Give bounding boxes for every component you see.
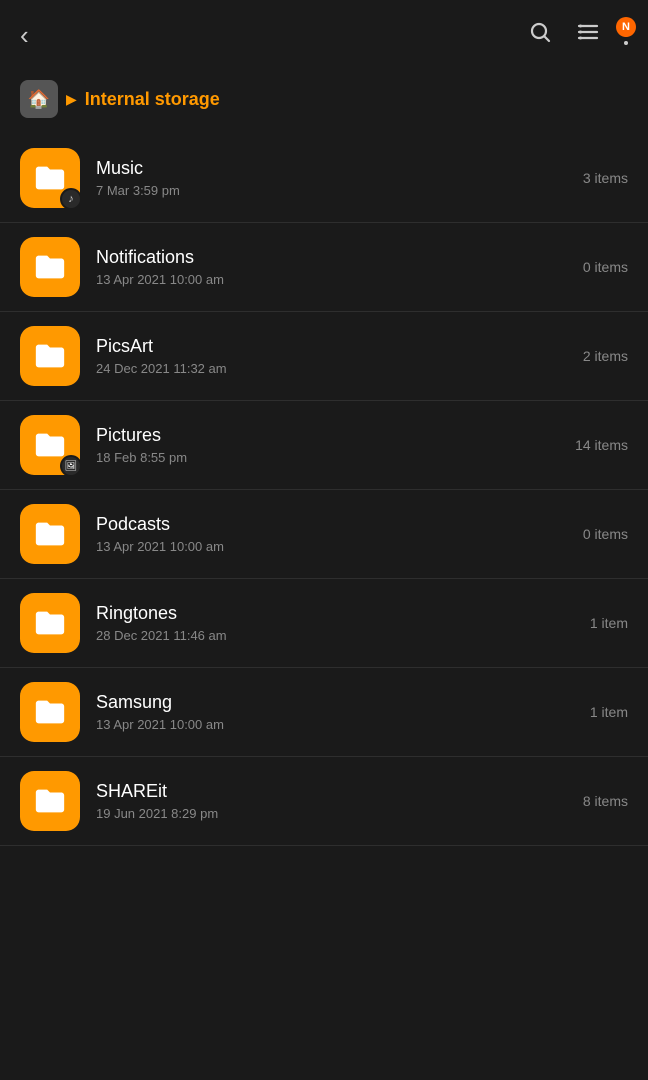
notification-badge: N bbox=[616, 17, 636, 37]
folder-info: Notifications 13 Apr 2021 10:00 am bbox=[96, 247, 583, 287]
folder-count: 0 items bbox=[583, 259, 628, 275]
folder-name: Samsung bbox=[96, 692, 590, 713]
folder-icon-wrapper bbox=[20, 771, 80, 831]
folder-name: Pictures bbox=[96, 425, 575, 446]
header-right: N bbox=[528, 20, 628, 50]
list-view-icon[interactable] bbox=[576, 20, 600, 50]
folder-icon bbox=[20, 771, 80, 831]
folder-count: 1 item bbox=[590, 704, 628, 720]
breadcrumb-path: Internal storage bbox=[85, 89, 220, 110]
folder-date: 7 Mar 3:59 pm bbox=[96, 183, 583, 198]
folder-date: 13 Apr 2021 10:00 am bbox=[96, 717, 590, 732]
search-icon[interactable] bbox=[528, 20, 552, 50]
folder-count: 8 items bbox=[583, 793, 628, 809]
folder-item[interactable]: Podcasts 13 Apr 2021 10:00 am 0 items bbox=[0, 490, 648, 579]
folder-name: Music bbox=[96, 158, 583, 179]
folder-info: Ringtones 28 Dec 2021 11:46 am bbox=[96, 603, 590, 643]
folder-name: Notifications bbox=[96, 247, 583, 268]
folder-item[interactable]: Ringtones 28 Dec 2021 11:46 am 1 item bbox=[0, 579, 648, 668]
folder-count: 14 items bbox=[575, 437, 628, 453]
folder-date: 28 Dec 2021 11:46 am bbox=[96, 628, 590, 643]
folder-icon bbox=[20, 237, 80, 297]
folder-info: Samsung 13 Apr 2021 10:00 am bbox=[96, 692, 590, 732]
folder-icon-wrapper: 🖼 bbox=[20, 415, 80, 475]
folder-name: SHAREit bbox=[96, 781, 583, 802]
home-icon: 🏠 bbox=[28, 89, 50, 110]
breadcrumb: 🏠 ▶ Internal storage bbox=[0, 70, 648, 134]
folder-item[interactable]: Notifications 13 Apr 2021 10:00 am 0 ite… bbox=[0, 223, 648, 312]
breadcrumb-arrow: ▶ bbox=[66, 91, 77, 108]
folder-count: 0 items bbox=[583, 526, 628, 542]
folder-date: 18 Feb 8:55 pm bbox=[96, 450, 575, 465]
folder-info: PicsArt 24 Dec 2021 11:32 am bbox=[96, 336, 583, 376]
folder-icon bbox=[20, 326, 80, 386]
folder-icon-wrapper bbox=[20, 326, 80, 386]
folder-icon bbox=[20, 504, 80, 564]
folder-icon bbox=[20, 593, 80, 653]
folder-info: Podcasts 13 Apr 2021 10:00 am bbox=[96, 514, 583, 554]
folder-date: 24 Dec 2021 11:32 am bbox=[96, 361, 583, 376]
folder-icon-wrapper bbox=[20, 682, 80, 742]
folder-badge-music: ♪ bbox=[60, 188, 82, 210]
back-button[interactable]: ‹ bbox=[20, 20, 29, 51]
folder-list: ♪ Music 7 Mar 3:59 pm 3 items Notificati… bbox=[0, 134, 648, 846]
folder-date: 19 Jun 2021 8:29 pm bbox=[96, 806, 583, 821]
menu-button[interactable]: N bbox=[624, 25, 628, 45]
folder-name: PicsArt bbox=[96, 336, 583, 357]
folder-info: Pictures 18 Feb 8:55 pm bbox=[96, 425, 575, 465]
folder-item[interactable]: ♪ Music 7 Mar 3:59 pm 3 items bbox=[0, 134, 648, 223]
folder-count: 3 items bbox=[583, 170, 628, 186]
folder-count: 2 items bbox=[583, 348, 628, 364]
folder-item[interactable]: Samsung 13 Apr 2021 10:00 am 1 item bbox=[0, 668, 648, 757]
folder-icon-wrapper bbox=[20, 593, 80, 653]
folder-name: Ringtones bbox=[96, 603, 590, 624]
folder-info: Music 7 Mar 3:59 pm bbox=[96, 158, 583, 198]
folder-count: 1 item bbox=[590, 615, 628, 631]
folder-item[interactable]: PicsArt 24 Dec 2021 11:32 am 2 items bbox=[0, 312, 648, 401]
folder-info: SHAREit 19 Jun 2021 8:29 pm bbox=[96, 781, 583, 821]
folder-icon-wrapper bbox=[20, 237, 80, 297]
home-button[interactable]: 🏠 bbox=[20, 80, 58, 118]
folder-date: 13 Apr 2021 10:00 am bbox=[96, 539, 583, 554]
folder-icon-wrapper bbox=[20, 504, 80, 564]
folder-name: Podcasts bbox=[96, 514, 583, 535]
folder-icon bbox=[20, 682, 80, 742]
header-left: ‹ bbox=[20, 20, 29, 51]
folder-badge-image: 🖼 bbox=[60, 455, 82, 477]
folder-icon-wrapper: ♪ bbox=[20, 148, 80, 208]
folder-item[interactable]: 🖼 Pictures 18 Feb 8:55 pm 14 items bbox=[0, 401, 648, 490]
folder-item[interactable]: SHAREit 19 Jun 2021 8:29 pm 8 items bbox=[0, 757, 648, 846]
app-header: ‹ bbox=[0, 0, 648, 70]
folder-date: 13 Apr 2021 10:00 am bbox=[96, 272, 583, 287]
